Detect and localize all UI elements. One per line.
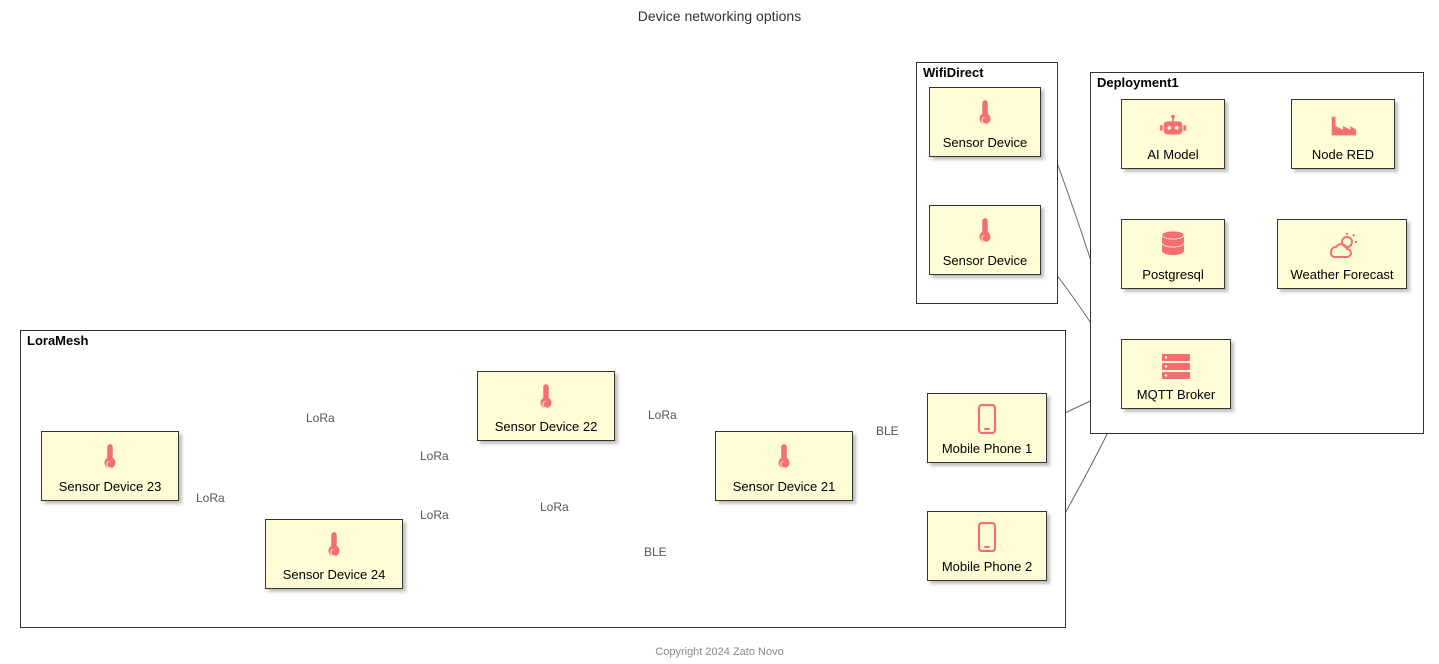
node-wifi-sensor-1[interactable]: Sensor Device <box>929 87 1041 157</box>
server-icon <box>1160 352 1192 383</box>
node-label: Node RED <box>1312 147 1374 162</box>
package-deployment1: Deployment1 AI Model Node RED Postgresql… <box>1090 72 1424 434</box>
factory-icon <box>1328 112 1358 143</box>
robot-icon <box>1158 112 1188 143</box>
node-label: Postgresql <box>1142 267 1203 282</box>
node-sensor-device-23[interactable]: Sensor Device 23 <box>41 431 179 501</box>
thermometer-icon <box>773 442 795 475</box>
weather-icon <box>1325 232 1359 263</box>
database-icon <box>1159 230 1187 263</box>
node-label: Sensor Device <box>943 135 1028 150</box>
node-sensor-device-21[interactable]: Sensor Device 21 <box>715 431 853 501</box>
node-label: Sensor Device <box>943 253 1028 268</box>
edge-label-lora: LoRa <box>540 500 569 514</box>
node-postgresql[interactable]: Postgresql <box>1121 219 1225 289</box>
thermometer-icon <box>535 382 557 415</box>
thermometer-icon <box>974 98 996 131</box>
diagram-title: Device networking options <box>0 8 1439 24</box>
node-sensor-device-24[interactable]: Sensor Device 24 <box>265 519 403 589</box>
edge-label-ble: BLE <box>644 545 667 559</box>
node-mobile-phone-1[interactable]: Mobile Phone 1 <box>927 393 1047 463</box>
node-ai-model[interactable]: AI Model <box>1121 99 1225 169</box>
node-label: Sensor Device 23 <box>59 479 162 494</box>
footer-copyright: Copyright 2024 Zato Novo <box>0 646 1439 658</box>
package-label-deployment1: Deployment1 <box>1097 75 1179 90</box>
thermometer-icon <box>974 216 996 249</box>
node-label: Weather Forecast <box>1290 267 1393 282</box>
node-label: Sensor Device 22 <box>495 419 598 434</box>
edge-label-lora: LoRa <box>420 449 449 463</box>
node-node-red[interactable]: Node RED <box>1291 99 1395 169</box>
edge-label-lora: LoRa <box>648 408 677 422</box>
node-label: Sensor Device 24 <box>283 567 386 582</box>
thermometer-icon <box>99 442 121 475</box>
package-label-loramesh: LoraMesh <box>27 333 88 348</box>
node-wifi-sensor-2[interactable]: Sensor Device <box>929 205 1041 275</box>
node-weather-forecast[interactable]: Weather Forecast <box>1277 219 1407 289</box>
node-sensor-device-22[interactable]: Sensor Device 22 <box>477 371 615 441</box>
node-label: MQTT Broker <box>1137 387 1216 402</box>
edge-label-lora: LoRa <box>196 491 225 505</box>
package-loramesh: LoraMesh Sensor Device 23 Sensor Device … <box>20 330 1066 628</box>
node-label: Mobile Phone 2 <box>942 559 1032 574</box>
node-mobile-phone-2[interactable]: Mobile Phone 2 <box>927 511 1047 581</box>
edge-label-lora: LoRa <box>306 411 335 425</box>
edge-label-lora: LoRa <box>420 508 449 522</box>
node-label: AI Model <box>1147 147 1198 162</box>
node-label: Mobile Phone 1 <box>942 441 1032 456</box>
package-wifidirect: WifiDirect Sensor Device Sensor Device <box>916 62 1058 304</box>
thermometer-icon <box>323 530 345 563</box>
node-mqtt-broker[interactable]: MQTT Broker <box>1121 339 1231 409</box>
mobile-phone-icon <box>977 404 997 437</box>
edge-label-ble: BLE <box>876 424 899 438</box>
node-label: Sensor Device 21 <box>733 479 836 494</box>
package-label-wifidirect: WifiDirect <box>923 65 984 80</box>
mobile-phone-icon <box>977 522 997 555</box>
